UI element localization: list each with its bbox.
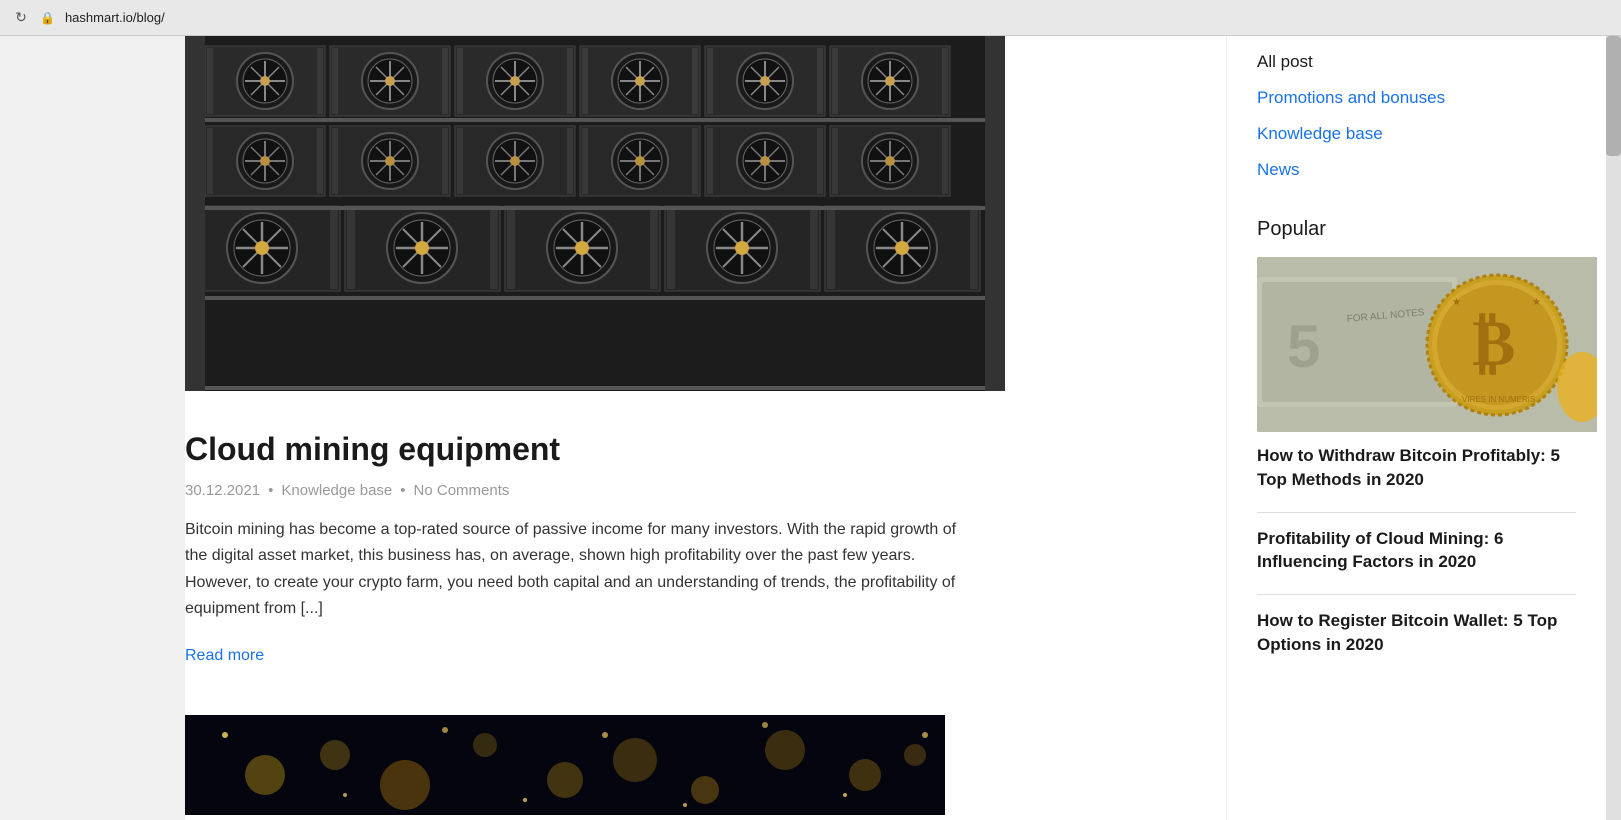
article-title: Cloud mining equipment: [185, 431, 965, 468]
nav-promotions[interactable]: Promotions and bonuses: [1257, 80, 1576, 116]
article-date: 30.12.2021: [185, 482, 260, 499]
mining-rig-image: [185, 36, 1005, 391]
nav-news[interactable]: News: [1257, 152, 1576, 188]
popular-article-1-image: 5 FOR ALL NOTES ₿ ★ ★ VIRES I: [1257, 257, 1597, 432]
article-comments: No Comments: [414, 482, 510, 499]
sidebar-navigation: All post Promotions and bonuses Knowledg…: [1257, 44, 1576, 188]
url-bar[interactable]: hashmart.io/blog/: [65, 10, 165, 25]
nav-all-posts[interactable]: All post: [1257, 44, 1576, 80]
popular-section-title: Popular: [1257, 218, 1576, 241]
lock-icon: 🔒: [40, 11, 55, 25]
meta-dot-2: •: [400, 482, 405, 499]
article-category: Knowledge base: [281, 482, 392, 499]
mining-rig-svg: [185, 36, 1005, 391]
right-sidebar: All post Promotions and bonuses Knowledg…: [1226, 36, 1606, 820]
separator-1: [1257, 512, 1576, 513]
left-sidebar: [0, 36, 185, 820]
popular-article-1: 5 FOR ALL NOTES ₿ ★ ★ VIRES I: [1257, 257, 1576, 492]
article-image: [185, 36, 1005, 391]
sparkles-svg: [185, 715, 945, 815]
main-content: Cloud mining equipment 30.12.2021 • Know…: [185, 36, 1226, 820]
separator-2: [1257, 594, 1576, 595]
page-wrapper: Cloud mining equipment 30.12.2021 • Know…: [0, 36, 1621, 820]
next-article-preview-image: [185, 715, 945, 815]
meta-dot-1: •: [268, 482, 273, 499]
nav-knowledge-base[interactable]: Knowledge base: [1257, 116, 1576, 152]
scrollbar[interactable]: [1606, 36, 1621, 820]
browser-chrome: ↻ 🔒 hashmart.io/blog/: [0, 0, 1621, 36]
article-body: Cloud mining equipment 30.12.2021 • Know…: [185, 391, 1005, 685]
svg-text:★: ★: [1452, 297, 1461, 308]
popular-article-3-title[interactable]: How to Register Bitcoin Wallet: 5 Top Op…: [1257, 609, 1576, 657]
bitcoin-image-svg: 5 FOR ALL NOTES ₿ ★ ★ VIRES I: [1257, 257, 1597, 432]
scrollbar-thumb[interactable]: [1606, 36, 1621, 156]
popular-article-2-title[interactable]: Profitability of Cloud Mining: 6 Influen…: [1257, 527, 1576, 575]
popular-article-1-title[interactable]: How to Withdraw Bitcoin Profitably: 5 To…: [1257, 444, 1576, 492]
article-meta: 30.12.2021 • Knowledge base • No Comment…: [185, 482, 965, 499]
popular-article-3: How to Register Bitcoin Wallet: 5 Top Op…: [1257, 609, 1576, 657]
popular-article-2: Profitability of Cloud Mining: 6 Influen…: [1257, 527, 1576, 575]
article-excerpt: Bitcoin mining has become a top-rated so…: [185, 517, 965, 623]
svg-text:₿: ₿: [1472, 308, 1515, 380]
svg-text:VIRES IN NUMERIS: VIRES IN NUMERIS: [1462, 395, 1535, 404]
read-more-link[interactable]: Read more: [185, 647, 264, 664]
refresh-button[interactable]: ↻: [12, 9, 30, 27]
svg-text:★: ★: [1532, 297, 1541, 308]
